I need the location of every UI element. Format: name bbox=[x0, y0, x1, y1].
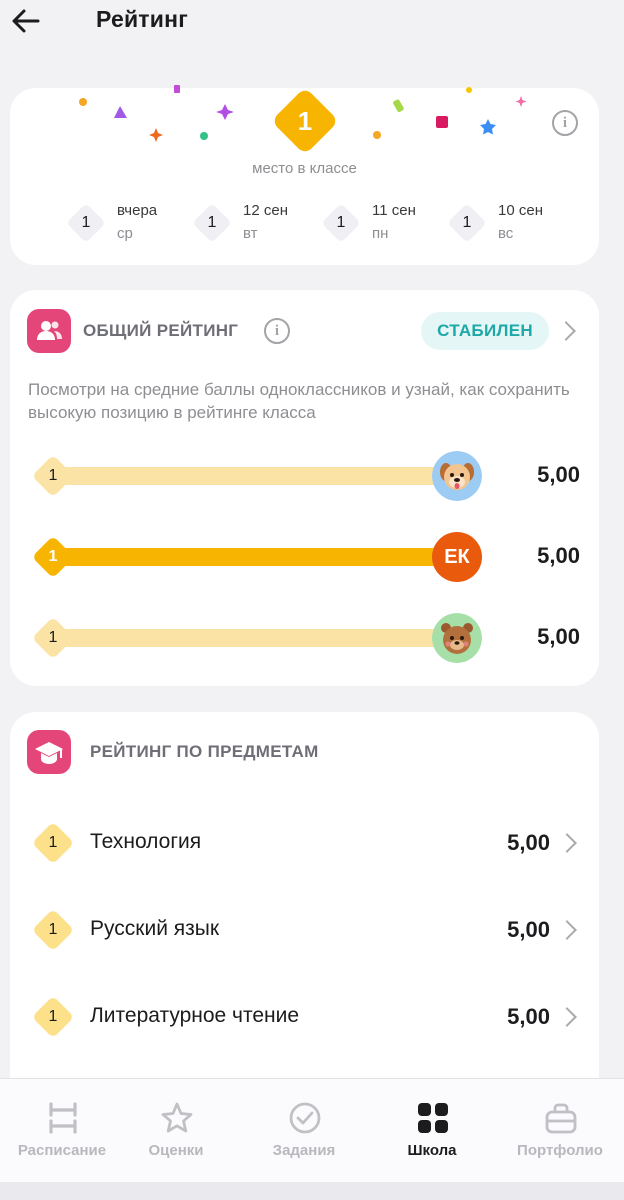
general-rating-title: ОБЩИЙ РЕЙТИНГ bbox=[83, 321, 239, 340]
subject-place: 1 bbox=[48, 1008, 58, 1025]
subject-name: Литературное чтение bbox=[90, 1004, 300, 1027]
app-header: Рейтинг bbox=[0, 0, 624, 56]
day-date: 12 сен bbox=[243, 202, 288, 219]
rank-row: 1 5,00 bbox=[30, 450, 590, 502]
day-place-item: 1 11 сен пн bbox=[320, 200, 440, 246]
tab-label: Школа bbox=[407, 1142, 457, 1159]
tab-label: Портфолио bbox=[517, 1142, 603, 1159]
tab-portfolio[interactable]: Портфолио bbox=[498, 1079, 622, 1179]
class-place-number: 1 bbox=[297, 106, 313, 136]
check-circle-icon bbox=[289, 1102, 321, 1134]
chevron-right-icon bbox=[557, 1007, 577, 1027]
subject-rating-title: РЕЙТИНГ ПО ПРЕДМЕТАМ bbox=[90, 742, 319, 761]
rank-bar bbox=[64, 548, 460, 566]
rank-place: 1 bbox=[48, 467, 58, 484]
rank-score: 5,00 bbox=[537, 543, 580, 568]
rank-row: 1 5,00 bbox=[30, 612, 590, 664]
tab-school[interactable]: Школа bbox=[370, 1079, 494, 1179]
subject-score: 5,00 bbox=[507, 830, 550, 855]
general-rating-description: Посмотри на средние баллы одноклассников… bbox=[28, 380, 570, 422]
rank-place: 1 bbox=[48, 629, 58, 646]
subject-place: 1 bbox=[48, 921, 58, 938]
dog-avatar-icon bbox=[432, 451, 482, 501]
subject-name: Русский язык bbox=[90, 917, 220, 940]
subject-row[interactable]: 1 Технология 5,00 bbox=[30, 818, 585, 868]
bottom-tab-bar: Расписание Оценки Задания Школа Портфоли… bbox=[0, 1078, 624, 1182]
tab-label: Оценки bbox=[148, 1142, 204, 1159]
day-weekday: пн bbox=[372, 225, 389, 242]
grid-icon bbox=[418, 1103, 448, 1133]
bear-avatar-icon bbox=[432, 613, 482, 663]
star-icon bbox=[161, 1102, 193, 1133]
rank-bar bbox=[64, 629, 460, 647]
subject-row[interactable]: 1 Русский язык 5,00 bbox=[30, 905, 585, 955]
class-place-badge: 1 bbox=[271, 87, 339, 155]
status-badge: СТАБИЛЕН bbox=[421, 312, 549, 350]
subject-row[interactable]: 1 Литературное чтение 5,00 bbox=[30, 992, 585, 1042]
info-icon[interactable]: i bbox=[552, 110, 578, 136]
rank-place: 1 bbox=[48, 548, 58, 565]
users-icon bbox=[27, 309, 71, 353]
rank-bar bbox=[64, 467, 460, 485]
subject-score: 5,00 bbox=[507, 1004, 550, 1029]
tab-label: Расписание bbox=[17, 1142, 107, 1159]
briefcase-icon bbox=[545, 1103, 577, 1134]
info-icon[interactable]: i bbox=[264, 318, 290, 344]
subject-place: 1 bbox=[48, 834, 58, 851]
subject-name: Технология bbox=[90, 830, 202, 853]
rank-row-current-user: 1 ЕК 5,00 bbox=[30, 531, 590, 583]
tab-schedule[interactable]: Расписание bbox=[0, 1079, 124, 1179]
day-date: вчера bbox=[117, 202, 158, 219]
avatar: ЕК bbox=[432, 532, 482, 582]
day-date: 11 сен bbox=[372, 202, 416, 219]
day-place-item: 1 10 сен вс bbox=[446, 200, 566, 246]
place-caption: место в классе bbox=[252, 160, 357, 177]
day-place-item: 1 12 сен вт bbox=[191, 200, 311, 246]
day-date: 10 сен bbox=[498, 202, 543, 219]
chevron-right-icon bbox=[557, 833, 577, 853]
page-title: Рейтинг bbox=[96, 6, 188, 32]
day-weekday: вс bbox=[498, 225, 514, 242]
tab-grades[interactable]: Оценки bbox=[114, 1079, 238, 1179]
tab-tasks[interactable]: Задания bbox=[242, 1079, 366, 1179]
tab-label: Задания bbox=[272, 1142, 336, 1159]
day-weekday: ср bbox=[117, 225, 133, 242]
schedule-icon bbox=[49, 1102, 77, 1134]
rank-score: 5,00 bbox=[537, 624, 580, 649]
back-arrow-icon[interactable] bbox=[10, 6, 42, 36]
home-indicator-area bbox=[0, 1182, 624, 1200]
day-place-item: 1 вчера ср bbox=[65, 200, 185, 246]
graduation-cap-icon bbox=[27, 730, 71, 774]
rank-score: 5,00 bbox=[537, 462, 580, 487]
subject-score: 5,00 bbox=[507, 917, 550, 942]
day-weekday: вт bbox=[243, 225, 258, 242]
chevron-right-icon bbox=[557, 920, 577, 940]
